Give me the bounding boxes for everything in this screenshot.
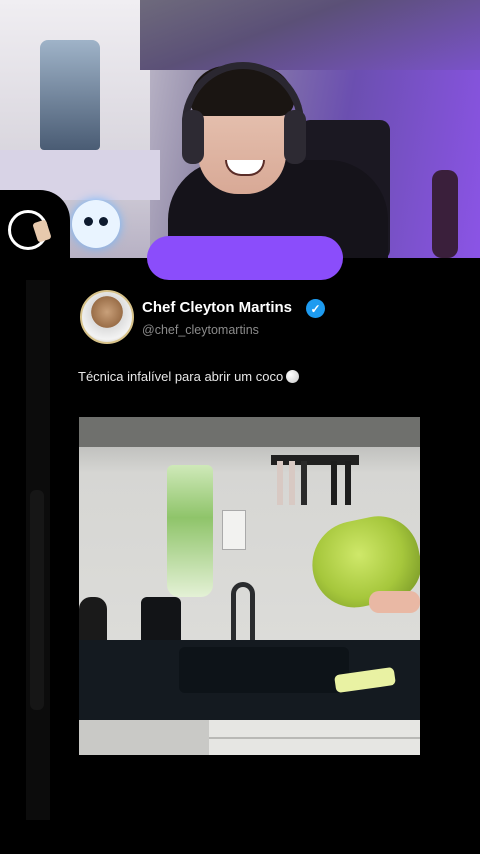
author-name[interactable]: Chef Cleyton Martins: [142, 299, 292, 316]
light-switch: [222, 510, 246, 550]
knife: [277, 461, 283, 505]
webcam-feed: [0, 0, 480, 258]
drawer-divider: [209, 737, 420, 739]
channel-logo-icon[interactable]: [8, 210, 48, 250]
knife: [331, 461, 337, 505]
headset-cup-left: [182, 110, 204, 164]
ceiling: [140, 0, 480, 70]
headset-cup-right: [284, 110, 306, 164]
author-handle[interactable]: @chef_cleytomartins: [142, 323, 259, 337]
post-caption: Técnica infalível para abrir um coco: [78, 369, 300, 384]
faucet: [231, 582, 255, 642]
knife: [289, 461, 295, 505]
coconut-icon: [286, 370, 300, 383]
scrollbar[interactable]: [30, 490, 44, 710]
knife: [301, 461, 307, 505]
sink: [179, 647, 349, 693]
glowing-skull-decoration: [72, 200, 120, 248]
verified-badge-icon: ✓: [306, 299, 325, 318]
hand: [369, 591, 420, 613]
post-video[interactable]: [79, 417, 420, 755]
knife: [345, 461, 351, 505]
hanging-towel: [167, 465, 213, 597]
guitar: [432, 170, 458, 258]
caption-text: Técnica infalível para abrir um coco: [78, 369, 284, 384]
purple-overlay-bar: [147, 236, 343, 280]
figurine: [40, 40, 100, 150]
author-avatar[interactable]: [80, 290, 134, 344]
upper-cabinet: [79, 417, 420, 447]
